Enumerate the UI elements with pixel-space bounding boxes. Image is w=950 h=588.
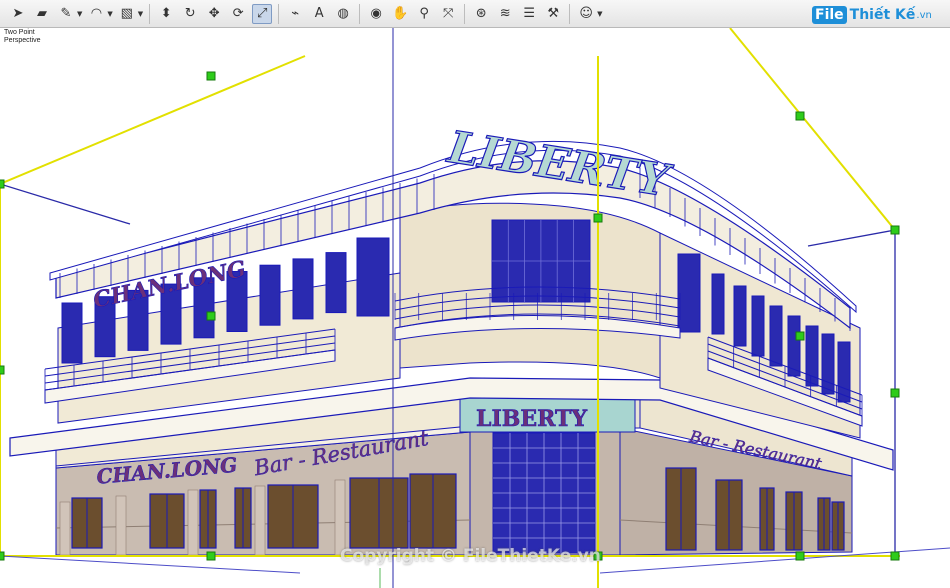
zoom-extents-icon[interactable]: ⤧ (438, 4, 458, 24)
upper-window (805, 325, 819, 387)
scale-grip-handle[interactable] (890, 225, 900, 235)
shape-icon[interactable]: ▧ (117, 4, 137, 24)
scale-icon[interactable]: ⤢ (252, 3, 273, 24)
logo-suffix: .vn (916, 9, 932, 21)
upper-window (677, 253, 701, 333)
toolbar: ➤ ▰ ✎ ▼ ◠ ▼ ▧ ▼ ⬍ ↻ ✥ ⟳ ⤢ ⌁ A ◍ ◉ ✋ ⚲ ⤧ ⊛ ≋ ☰ ⚒ ☺ ▼ (0, 0, 950, 28)
camera-type-line2: Perspective (4, 37, 41, 44)
scale-grip-handle[interactable] (206, 311, 216, 321)
stone-pillar (334, 479, 346, 556)
push-pull-icon[interactable]: ⬍ (156, 4, 176, 24)
upper-window (259, 264, 281, 326)
scale-grip-handle[interactable] (206, 71, 216, 81)
toolbar-separator (149, 3, 151, 24)
toolbar-separator (278, 3, 280, 24)
upper-window (356, 237, 390, 317)
stone-pillar (254, 485, 266, 556)
sandbox-icon[interactable]: ⚒ (543, 4, 563, 24)
orbit-icon[interactable]: ◉ (366, 4, 386, 24)
account-icon[interactable]: ☺ (576, 4, 596, 24)
upper-window (292, 258, 314, 320)
site-logo: File Thiết Kế .vn (812, 2, 932, 28)
warehouse-icon[interactable]: ⊛ (471, 4, 491, 24)
corner-door (492, 432, 596, 554)
scale-grip-handle[interactable] (206, 551, 216, 561)
text-icon[interactable]: A (309, 4, 329, 24)
arc-icon[interactable]: ◠ (86, 4, 106, 24)
logo-box: File (812, 6, 847, 24)
dropdown-arrow-icon[interactable]: ▼ (77, 10, 82, 18)
tape-measure-icon[interactable]: ⌁ (285, 4, 305, 24)
dropdown-arrow-icon[interactable]: ▼ (138, 10, 143, 18)
paint-bucket-icon[interactable]: ◍ (333, 4, 353, 24)
scale-grip-handle[interactable] (795, 111, 805, 121)
building-model[interactable]: LIBERTY CHAN.LONG LIBERTY CHAN.LONG Bar … (0, 28, 950, 588)
toolbar-separator (359, 3, 361, 24)
pan-icon[interactable]: ✋ (390, 4, 410, 24)
toolbar-separator (569, 3, 571, 24)
logo-text: Thiết Kế (849, 7, 916, 23)
upper-window (787, 315, 801, 377)
stone-pillar (187, 489, 199, 556)
scale-grip-handle[interactable] (0, 179, 5, 189)
scale-grip-handle[interactable] (795, 551, 805, 561)
toolbar-separator (464, 3, 466, 24)
camera-label: Two Point Perspective (4, 29, 41, 45)
select-icon[interactable]: ➤ (8, 4, 28, 24)
scale-grip-handle[interactable] (0, 551, 5, 561)
scale-grip-handle[interactable] (795, 331, 805, 341)
stone-pillar (115, 495, 127, 556)
copyright-watermark: Copyright © FileThietKe.vn (340, 546, 601, 566)
upper-window (837, 341, 851, 403)
dropdown-arrow-icon[interactable]: ▼ (597, 10, 602, 18)
follow-me-icon[interactable]: ↻ (180, 4, 200, 24)
rotate-icon[interactable]: ⟳ (228, 4, 248, 24)
corner-upper-window (491, 219, 591, 303)
upper-window (733, 285, 747, 347)
dropdown-arrow-icon[interactable]: ▼ (107, 10, 112, 18)
camera-type-line1: Two Point (4, 29, 35, 36)
scale-grip-handle[interactable] (0, 365, 5, 375)
pencil-icon[interactable]: ✎ (56, 4, 76, 24)
stone-pillar (59, 501, 71, 556)
layers-icon[interactable]: ☰ (519, 4, 539, 24)
upper-window (711, 273, 725, 335)
upper-window (325, 252, 347, 314)
move-icon[interactable]: ✥ (204, 4, 224, 24)
upper-window (61, 302, 83, 364)
upper-window (751, 295, 765, 357)
extension-icon[interactable]: ≋ (495, 4, 515, 24)
upper-window (769, 305, 783, 367)
zoom-icon[interactable]: ⚲ (414, 4, 434, 24)
scale-grip-handle[interactable] (890, 388, 900, 398)
upper-window (821, 333, 835, 395)
scale-grip-handle[interactable] (593, 213, 603, 223)
eraser-icon[interactable]: ▰ (32, 4, 52, 24)
scale-grip-handle[interactable] (890, 551, 900, 561)
drawing-viewport[interactable]: Two Point Perspective LIBERTY CHAN.LONG … (0, 28, 950, 588)
corner-sign-liberty: LIBERTY (476, 406, 587, 432)
